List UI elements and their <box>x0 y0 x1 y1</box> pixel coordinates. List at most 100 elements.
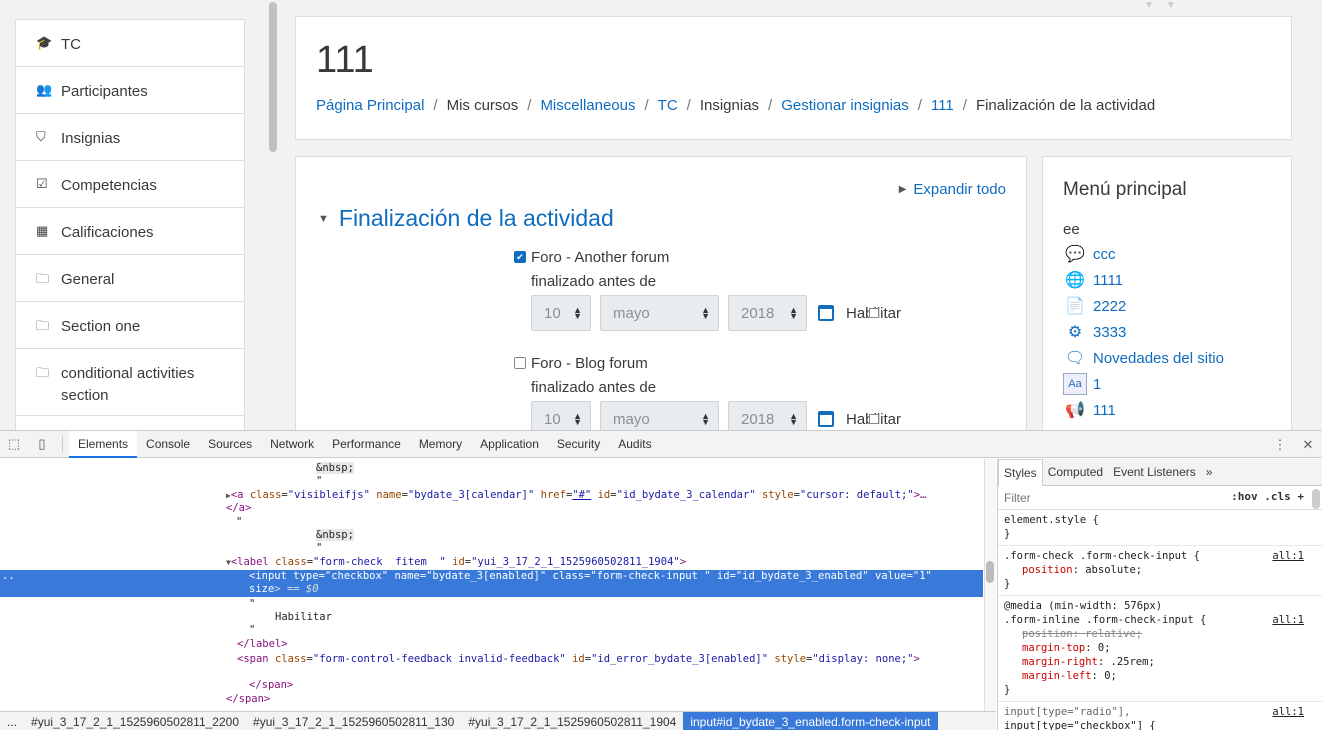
month-select[interactable]: mayo ▲ ▼ <box>600 401 719 430</box>
device-toolbar-icon[interactable]: ▯ <box>28 436 56 452</box>
section-toggle[interactable]: ▼ Finalización de la actividad <box>318 205 614 232</box>
dom-text-node[interactable]: &nbsp; <box>316 462 354 475</box>
tab-elements[interactable]: Elements <box>69 430 138 458</box>
prop-value: 0; <box>1104 670 1117 682</box>
inspect-element-icon[interactable]: ⬚ <box>0 436 28 452</box>
breadcrumb-item[interactable]: Página Principal <box>316 97 424 114</box>
rule-declaration[interactable]: position: absolute; <box>1004 563 1316 577</box>
css-rule[interactable]: all:1 @media (min-width: 576px) .form-in… <box>998 596 1322 702</box>
attr-name: class <box>552 570 585 582</box>
dom-tree[interactable]: &nbsp; " ▶<a class="visibleifjs" name="b… <box>0 459 983 711</box>
more-options-icon[interactable]: ⋮ <box>1266 437 1294 453</box>
enable-checkbox[interactable] <box>869 413 879 424</box>
expand-all-link[interactable]: ▶ Expandir todo <box>899 181 1006 198</box>
tab-event-listeners[interactable]: Event Listeners <box>1108 459 1201 486</box>
dom-crumb[interactable]: #yui_3_17_2_1_1525960502811_130 <box>246 712 461 730</box>
dom-crumb[interactable]: #yui_3_17_2_1_1525960502811_2200 <box>24 712 246 730</box>
day-select[interactable]: 10 ▲ ▼ <box>531 401 591 430</box>
nav-item-calificaciones[interactable]: ▦ Calificaciones <box>16 208 244 255</box>
styles-scrollbar-thumb[interactable] <box>1312 489 1320 509</box>
tab-performance[interactable]: Performance <box>323 431 410 458</box>
menu-item-3333[interactable]: ⚙ 3333 <box>1063 319 1224 345</box>
dom-text-node[interactable]: " <box>249 598 255 611</box>
rule-source-link[interactable]: all:1 <box>1272 549 1304 563</box>
css-rule[interactable]: all:1 input[type="radio"], input[type="c… <box>998 702 1322 730</box>
breadcrumb-item[interactable]: 111 <box>931 97 954 114</box>
menu-item-site-news[interactable]: 🗨 Novedades del sitio <box>1063 345 1224 371</box>
dom-node-anchor[interactable]: ▶<a class="visibleifjs" name="bydate_3[c… <box>226 489 926 502</box>
menu-item-111[interactable]: 📢 111 <box>1063 397 1224 423</box>
menu-item-1111[interactable]: 🌐 1111 <box>1063 267 1224 293</box>
nav-item-general[interactable]: 🗀 General <box>16 255 244 302</box>
day-select[interactable]: 10 ▲ ▼ <box>531 295 591 331</box>
css-rule[interactable]: all:1 .form-check .form-check-input { po… <box>998 546 1322 596</box>
close-icon[interactable]: ✕ <box>1294 437 1322 453</box>
dom-crumb[interactable]: ... <box>0 712 24 730</box>
dom-close-tag[interactable]: </span> <box>249 679 293 692</box>
dom-node-label[interactable]: ▼<label class="form-check fitem " id="yu… <box>226 556 686 569</box>
tab-console[interactable]: Console <box>137 431 199 458</box>
nav-scrollbar-thumb[interactable] <box>269 2 277 152</box>
dom-text-node[interactable]: &nbsp; <box>316 529 354 542</box>
tab-memory[interactable]: Memory <box>410 431 471 458</box>
activity-checkbox[interactable] <box>514 357 526 369</box>
activity-checkbox[interactable]: ✔ <box>514 251 526 263</box>
filter-input[interactable]: Filter <box>1004 491 1031 505</box>
month-select[interactable]: mayo ▲ ▼ <box>600 295 719 331</box>
rule-declaration[interactable]: margin-top: 0; <box>1004 641 1316 655</box>
breadcrumb-item[interactable]: TC <box>658 97 678 114</box>
dom-text-node[interactable]: " <box>236 516 242 529</box>
tab-computed[interactable]: Computed <box>1043 459 1108 486</box>
breadcrumb-item[interactable]: Gestionar insignias <box>781 97 909 114</box>
rule-source-link[interactable]: all:1 <box>1272 613 1304 627</box>
calendar-icon[interactable] <box>818 305 834 321</box>
tab-audits[interactable]: Audits <box>609 431 660 458</box>
nav-item-conditional-activities[interactable]: 🗀 conditional activities section <box>16 349 244 416</box>
dom-close-tag[interactable]: </a> <box>226 502 251 515</box>
attr-name: size <box>249 583 275 595</box>
year-select[interactable]: 2018 ▲ ▼ <box>728 401 807 430</box>
enable-label[interactable]: Habilitar <box>846 305 901 322</box>
dom-text-node[interactable]: " <box>249 624 255 637</box>
enable-checkbox[interactable] <box>869 307 879 318</box>
quote-text: " <box>249 598 256 610</box>
select-arrows-icon: ▲ ▼ <box>573 305 582 321</box>
menu-item-1[interactable]: Aa 1 <box>1063 371 1224 397</box>
nav-item-competencias[interactable]: ☑ Competencias <box>16 161 244 208</box>
rule-declaration[interactable]: margin-right: .25rem; <box>1004 655 1316 669</box>
rule-declaration-overridden[interactable]: position: relative; <box>1004 627 1316 641</box>
calendar-icon[interactable] <box>818 411 834 427</box>
more-tabs-icon[interactable]: » <box>1201 459 1218 486</box>
dom-node-span[interactable]: <span class="form-control-feedback inval… <box>237 653 920 666</box>
nav-item-participantes[interactable]: 👥 Participantes <box>16 67 244 114</box>
rule-source-link[interactable]: all:1 <box>1272 705 1304 719</box>
dom-crumb[interactable]: #yui_3_17_2_1_1525960502811_1904 <box>461 712 683 730</box>
tab-security[interactable]: Security <box>548 431 609 458</box>
styles-filter[interactable]: Filter :hov .cls + <box>998 486 1322 510</box>
menu-item-2222[interactable]: 📄 2222 <box>1063 293 1224 319</box>
dom-tree-scrollbar-thumb[interactable] <box>986 561 994 583</box>
nav-item-insignias[interactable]: ⛉ Insignias <box>16 114 244 161</box>
dom-tree-scrollbar[interactable] <box>984 459 996 711</box>
tab-styles[interactable]: Styles <box>998 458 1043 486</box>
year-select[interactable]: 2018 ▲ ▼ <box>728 295 807 331</box>
enable-label[interactable]: Habilitar <box>846 411 901 428</box>
nav-item-tc[interactable]: 🎓 TC <box>16 20 244 67</box>
tab-application[interactable]: Application <box>471 431 548 458</box>
dom-text-node[interactable]: " <box>316 475 322 488</box>
dom-text-node[interactable]: " <box>316 542 322 555</box>
selected-dom-node[interactable]: .. <input type="checkbox" name="bydate_3… <box>0 570 983 597</box>
dom-text-node[interactable]: Habilitar <box>275 611 332 624</box>
menu-item-ccc[interactable]: 💬 ccc <box>1063 241 1224 267</box>
tab-sources[interactable]: Sources <box>199 431 261 458</box>
dom-crumb-selected[interactable]: input#id_bydate_3_enabled.form-check-inp… <box>683 711 938 730</box>
dom-close-tag[interactable]: </label> <box>237 638 288 651</box>
css-rule[interactable]: element.style { } <box>998 510 1322 546</box>
tab-network[interactable]: Network <box>261 431 323 458</box>
filter-tools[interactable]: :hov .cls + <box>1231 490 1304 503</box>
nav-item-section-one[interactable]: 🗀 Section one <box>16 302 244 349</box>
breadcrumb-item[interactable]: Miscellaneous <box>540 97 635 114</box>
rule-declaration[interactable]: margin-left: 0; <box>1004 669 1316 683</box>
dom-close-tag[interactable]: </span> <box>226 693 270 706</box>
prop-name: margin-right <box>1022 656 1098 668</box>
